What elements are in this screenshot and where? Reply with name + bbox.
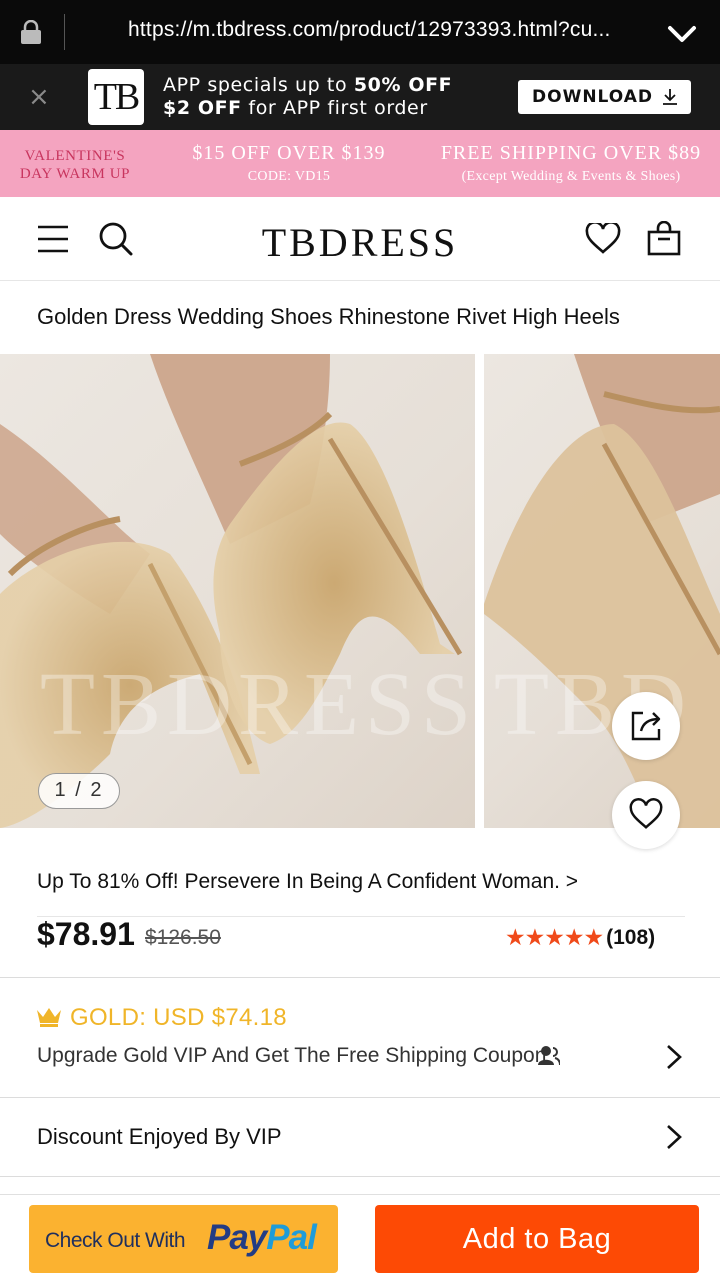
shipping-note: (Except Wedding & Events & Shoes) <box>461 169 681 184</box>
app-promo-text: APP specials up to 50% OFF $2 OFF for AP… <box>163 74 452 120</box>
product-image-next[interactable]: TBD <box>484 354 720 828</box>
divider <box>0 1097 720 1098</box>
discount-vip-row[interactable]: Discount Enjoyed By VIP <box>37 1124 282 1150</box>
download-button[interactable]: DOWNLOAD <box>518 80 691 114</box>
share-icon <box>631 711 661 741</box>
close-icon[interactable]: × <box>28 82 50 112</box>
chevron-down-icon[interactable] <box>666 22 698 46</box>
product-image[interactable]: TBDRESS <box>0 354 475 828</box>
shoe-photo-illustration: TBDRESS <box>0 354 475 828</box>
discount-headline: $15 OFF OVER $139 <box>192 142 386 164</box>
divider <box>0 977 720 978</box>
app-download-banner: × TB APP specials up to 50% OFF $2 OFF f… <box>0 64 720 130</box>
review-count: (108) <box>606 926 656 949</box>
favorite-button[interactable] <box>612 781 680 849</box>
valentines-line2: DAY WARM UP <box>19 166 131 182</box>
url-text[interactable]: https://m.tbdress.com/product/12973393.h… <box>128 18 611 42</box>
chevron-right-icon[interactable] <box>664 1043 684 1071</box>
product-title: Golden Dress Wedding Shoes Rhinestone Ri… <box>37 304 620 329</box>
paypal-logo: PayPal <box>207 1218 317 1257</box>
discount-code-promo[interactable]: $15 OFF OVER $139 CODE: VD15 <box>174 142 404 185</box>
download-icon <box>663 89 677 105</box>
crown-icon <box>37 1008 61 1027</box>
valentines-line1: VALENTINE'S <box>24 148 126 164</box>
promo-line1-bold: 50% OFF <box>353 74 453 96</box>
product-image-gallery[interactable]: TBDRESS TBD <box>0 354 720 828</box>
valentines-promo[interactable]: VALENTINE'S DAY WARM UP <box>6 147 144 183</box>
gold-price: GOLD: USD $74.18 <box>70 1004 287 1031</box>
site-header: TBDRESS <box>0 197 720 281</box>
heart-icon[interactable] <box>585 223 621 255</box>
promo-line2-suffix: for APP first order <box>241 97 428 119</box>
add-to-bag-button[interactable]: Add to Bag <box>375 1205 699 1273</box>
shipping-headline: FREE SHIPPING OVER $89 <box>440 142 702 164</box>
divider <box>0 1176 720 1177</box>
download-label: DOWNLOAD <box>532 87 654 107</box>
svg-text:TBDRESS: TBDRESS <box>40 655 475 754</box>
rating-stars: ★★★★★ <box>505 925 604 951</box>
product-rating[interactable]: ★★★★★ (108) <box>505 925 655 951</box>
shoe-photo-illustration-2: TBD <box>484 354 720 828</box>
product-price: $78.91 <box>37 916 135 952</box>
paypal-prefix: Check Out With <box>45 1229 186 1252</box>
discount-code: CODE: VD15 <box>247 169 331 184</box>
share-button[interactable] <box>612 692 680 760</box>
bag-icon[interactable] <box>647 221 681 257</box>
image-counter: 1 / 2 <box>38 773 120 809</box>
chevron-right-icon[interactable] <box>664 1123 684 1151</box>
promo-line2-bold: $2 OFF <box>163 97 242 119</box>
app-logo: TB <box>88 69 144 125</box>
free-shipping-promo[interactable]: FREE SHIPPING OVER $89 (Except Wedding &… <box>426 142 716 185</box>
favorite-icon <box>629 798 663 829</box>
url-separator <box>64 14 65 50</box>
promo-strip[interactable]: VALENTINE'S DAY WARM UP $15 OFF OVER $13… <box>0 130 720 197</box>
browser-url-bar: https://m.tbdress.com/product/12973393.h… <box>0 0 720 64</box>
upgrade-gold-vip[interactable]: Upgrade Gold VIP And Get The Free Shippi… <box>37 1044 546 1068</box>
original-price: $126.50 <box>145 926 221 949</box>
vip-user-icon <box>538 1046 560 1065</box>
lock-icon <box>21 20 41 44</box>
bottom-action-bar: Check Out With PayPal Add to Bag <box>0 1194 720 1280</box>
promotion-link[interactable]: Up To 81% Off! Persevere In Being A Conf… <box>37 870 578 894</box>
promo-line1-prefix: APP specials up to <box>163 74 354 96</box>
paypal-checkout-button[interactable]: Check Out With PayPal <box>29 1205 338 1273</box>
